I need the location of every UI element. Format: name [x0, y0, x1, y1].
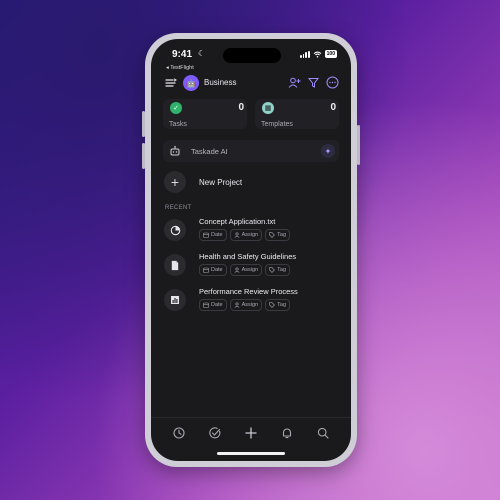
- check-icon: ✓: [170, 102, 182, 114]
- sparkle-icon[interactable]: ✦: [321, 144, 335, 158]
- screen: 9:41 ☾ ◂ TestFlight 100 🤖 Business ✓ Tas…: [151, 39, 351, 461]
- list-item[interactable]: Performance Review Process Date Assign T…: [163, 287, 339, 315]
- item-title: Performance Review Process: [199, 287, 298, 296]
- calendar-icon: [203, 232, 209, 238]
- date-chip[interactable]: Date: [199, 299, 227, 311]
- template-icon: ▦: [262, 102, 274, 114]
- person-icon: [234, 267, 240, 273]
- tasks-label: Tasks: [169, 121, 187, 128]
- tag-chip[interactable]: Tag: [265, 229, 291, 241]
- item-chips: Date Assign Tag: [199, 229, 291, 241]
- tasks-count: 0: [238, 102, 244, 113]
- robot-icon: [170, 145, 180, 156]
- templates-card[interactable]: ▦ Templates 0: [255, 99, 339, 129]
- pie-icon: [164, 219, 186, 241]
- item-title: Health and Safety Guidelines: [199, 252, 297, 261]
- date-chip-label: Date: [211, 302, 223, 308]
- app-header: 🤖 Business: [151, 73, 351, 93]
- assign-chip[interactable]: Assign: [229, 299, 263, 311]
- battery-icon: 100: [324, 50, 337, 58]
- cellular-signal-icon: [300, 50, 310, 58]
- workspace-name[interactable]: Business: [204, 78, 236, 87]
- tag-chip-label: Tag: [277, 232, 287, 238]
- new-project-label: New Project: [199, 178, 243, 187]
- focus-moon-icon: ☾: [198, 49, 206, 58]
- tag-chip[interactable]: Tag: [265, 264, 291, 276]
- tag-chip[interactable]: Tag: [265, 299, 291, 311]
- filter-icon[interactable]: [307, 76, 320, 89]
- assign-chip-label: Assign: [241, 232, 259, 238]
- taskade-ai-label: Taskade AI: [191, 147, 228, 156]
- assign-chip-label: Assign: [241, 302, 259, 308]
- add-member-icon[interactable]: [288, 76, 301, 89]
- date-chip-label: Date: [211, 267, 223, 273]
- assign-chip-label: Assign: [241, 267, 259, 273]
- person-icon: [234, 302, 240, 308]
- assign-chip[interactable]: Assign: [229, 229, 263, 241]
- date-chip[interactable]: Date: [199, 229, 227, 241]
- plus-icon: +: [164, 171, 186, 193]
- assign-chip[interactable]: Assign: [229, 264, 263, 276]
- tasks-card[interactable]: ✓ Tasks 0: [163, 99, 247, 129]
- new-project-button[interactable]: + New Project: [163, 171, 339, 195]
- plus-icon[interactable]: [244, 426, 258, 440]
- taskade-ai-bar[interactable]: Taskade AI ✦: [163, 140, 339, 162]
- tag-icon: [269, 302, 275, 308]
- back-to-testflight-link[interactable]: ◂ TestFlight: [166, 65, 194, 71]
- status-bar: 9:41 ☾ ◂ TestFlight 100: [151, 48, 351, 71]
- document-icon: [164, 254, 186, 276]
- item-chips: Date Assign Tag: [199, 299, 291, 311]
- tag-chip-label: Tag: [277, 302, 287, 308]
- tag-icon: [269, 232, 275, 238]
- search-icon[interactable]: [316, 426, 330, 440]
- calendar-icon: [203, 267, 209, 273]
- templates-label: Templates: [261, 121, 293, 128]
- volume-up-button: [142, 111, 145, 137]
- more-options-icon[interactable]: [326, 76, 339, 89]
- item-chips: Date Assign Tag: [199, 264, 291, 276]
- home-indicator[interactable]: [217, 452, 285, 455]
- item-title: Concept Application.txt: [199, 217, 276, 226]
- date-chip-label: Date: [211, 232, 223, 238]
- bell-icon[interactable]: [280, 426, 294, 440]
- calendar-icon: [203, 302, 209, 308]
- phone-frame: 9:41 ☾ ◂ TestFlight 100 🤖 Business ✓ Tas…: [142, 33, 360, 467]
- power-button: [357, 125, 360, 165]
- sidebar-toggle-icon[interactable]: [165, 77, 177, 89]
- list-item[interactable]: Health and Safety Guidelines Date Assign…: [163, 252, 339, 280]
- summary-cards: ✓ Tasks 0 ▦ Templates 0: [163, 99, 341, 129]
- status-indicators: 100: [300, 50, 337, 58]
- wifi-icon: [313, 51, 322, 58]
- workspace-avatar[interactable]: 🤖: [183, 75, 199, 91]
- tag-icon: [269, 267, 275, 273]
- status-time: 9:41: [172, 49, 193, 60]
- tag-chip-label: Tag: [277, 267, 287, 273]
- list-item[interactable]: Concept Application.txt Date Assign Tag: [163, 217, 339, 245]
- person-icon: [234, 232, 240, 238]
- check-circle-icon[interactable]: [208, 426, 222, 440]
- volume-down-button: [142, 143, 145, 169]
- bottom-tab-bar: [151, 417, 351, 446]
- recent-heading: RECENT: [165, 205, 192, 211]
- bar-chart-icon: [164, 289, 186, 311]
- templates-count: 0: [330, 102, 336, 113]
- date-chip[interactable]: Date: [199, 264, 227, 276]
- clock-icon[interactable]: [172, 426, 186, 440]
